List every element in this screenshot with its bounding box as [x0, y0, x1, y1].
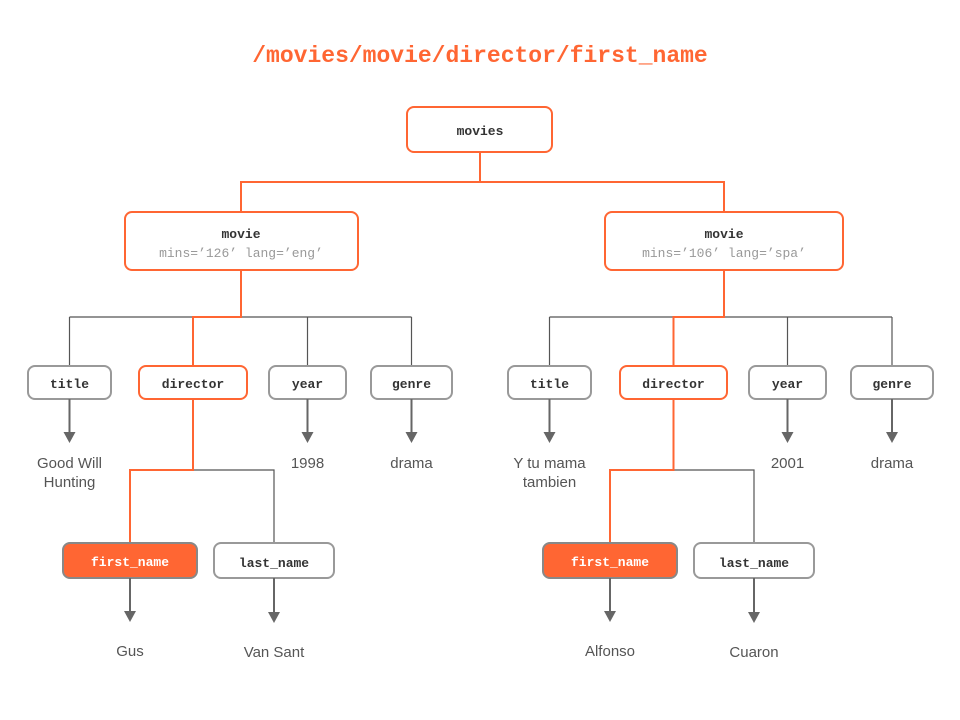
movie-1-last-name-label: last_name [719, 556, 789, 571]
movie-1-title-value-arrowhead-icon [543, 432, 556, 443]
movie-1-title-value-text: Y tu mama [513, 455, 586, 472]
tree-canvas: /movies/movie/director/first_namemovies m… [27, 43, 934, 661]
movie-0-last-name-value-text: Van Sant [244, 644, 305, 661]
movie-0-director-label: director [162, 377, 224, 392]
movie-0-attributes: mins=’126’ lang=’eng’ [159, 246, 323, 261]
movie-1-first-name-value-arrowhead-icon [604, 611, 616, 622]
movie-0-title-value-arrowhead-icon [63, 432, 76, 443]
movie-1-last-name-connector [673, 469, 755, 543]
movie-0-genre-label: genre [392, 377, 431, 392]
xpath-tree-diagram: /movies/movie/director/first_namemovies m… [0, 0, 960, 720]
movie-1-title-value-text: tambien [523, 474, 576, 491]
movie-1-year-value-text: 2001 [771, 455, 804, 472]
movie-0-first-name-label: first_name [91, 555, 169, 570]
movie-1-attributes: mins=’106’ lang=’spa’ [642, 246, 806, 261]
movie-1-last-name-value-text: Cuaron [729, 644, 778, 661]
movie-0-genre-value-arrowhead-icon [405, 432, 418, 443]
movie-1-genre-value-text: drama [871, 455, 914, 472]
movie-0-title-label: title [50, 377, 89, 392]
movie-1-director-path [672, 270, 725, 366]
movie-1-genre-value-arrowhead-icon [886, 432, 898, 443]
movie-0-last-name-label: last_name [239, 556, 309, 571]
movie-0-title-value-text: Hunting [44, 474, 96, 491]
movie-0-director-path [192, 270, 242, 366]
movie-0-year-value-arrowhead-icon [301, 432, 314, 443]
movie-0-first-name-value-text: Gus [116, 643, 144, 660]
movie-1-year-label: year [772, 377, 803, 392]
movie-1-title-label: title [530, 377, 569, 392]
movie-0-first-name-path [129, 399, 194, 543]
movie-1-genre-label: genre [872, 377, 911, 392]
movie-0-year-label: year [292, 377, 323, 392]
movie-0-title-value-text: Good Will [37, 455, 102, 472]
movie-0-first-name-value-arrowhead-icon [124, 611, 136, 622]
movie-0-year-value-text: 1998 [291, 455, 324, 472]
movie-1-label: movie [704, 227, 743, 242]
movie-0-last-name-connector [193, 469, 275, 543]
root-branch [240, 181, 725, 212]
movie-0-genre-value-text: drama [390, 455, 433, 472]
movies-label: movies [457, 124, 504, 139]
movie-1-year-value-arrowhead-icon [781, 432, 794, 443]
movie-1-director-label: director [642, 377, 704, 392]
page-title: /movies/movie/director/first_name [252, 43, 707, 69]
movie-0-label: movie [221, 227, 260, 242]
movie-1-first-name-path [609, 399, 675, 543]
movie-1-first-name-label: first_name [571, 555, 649, 570]
movie-1-last-name-value-arrowhead-icon [748, 612, 760, 623]
movie-0-last-name-value-arrowhead-icon [268, 612, 280, 623]
movie-1-first-name-value-text: Alfonso [585, 643, 635, 660]
